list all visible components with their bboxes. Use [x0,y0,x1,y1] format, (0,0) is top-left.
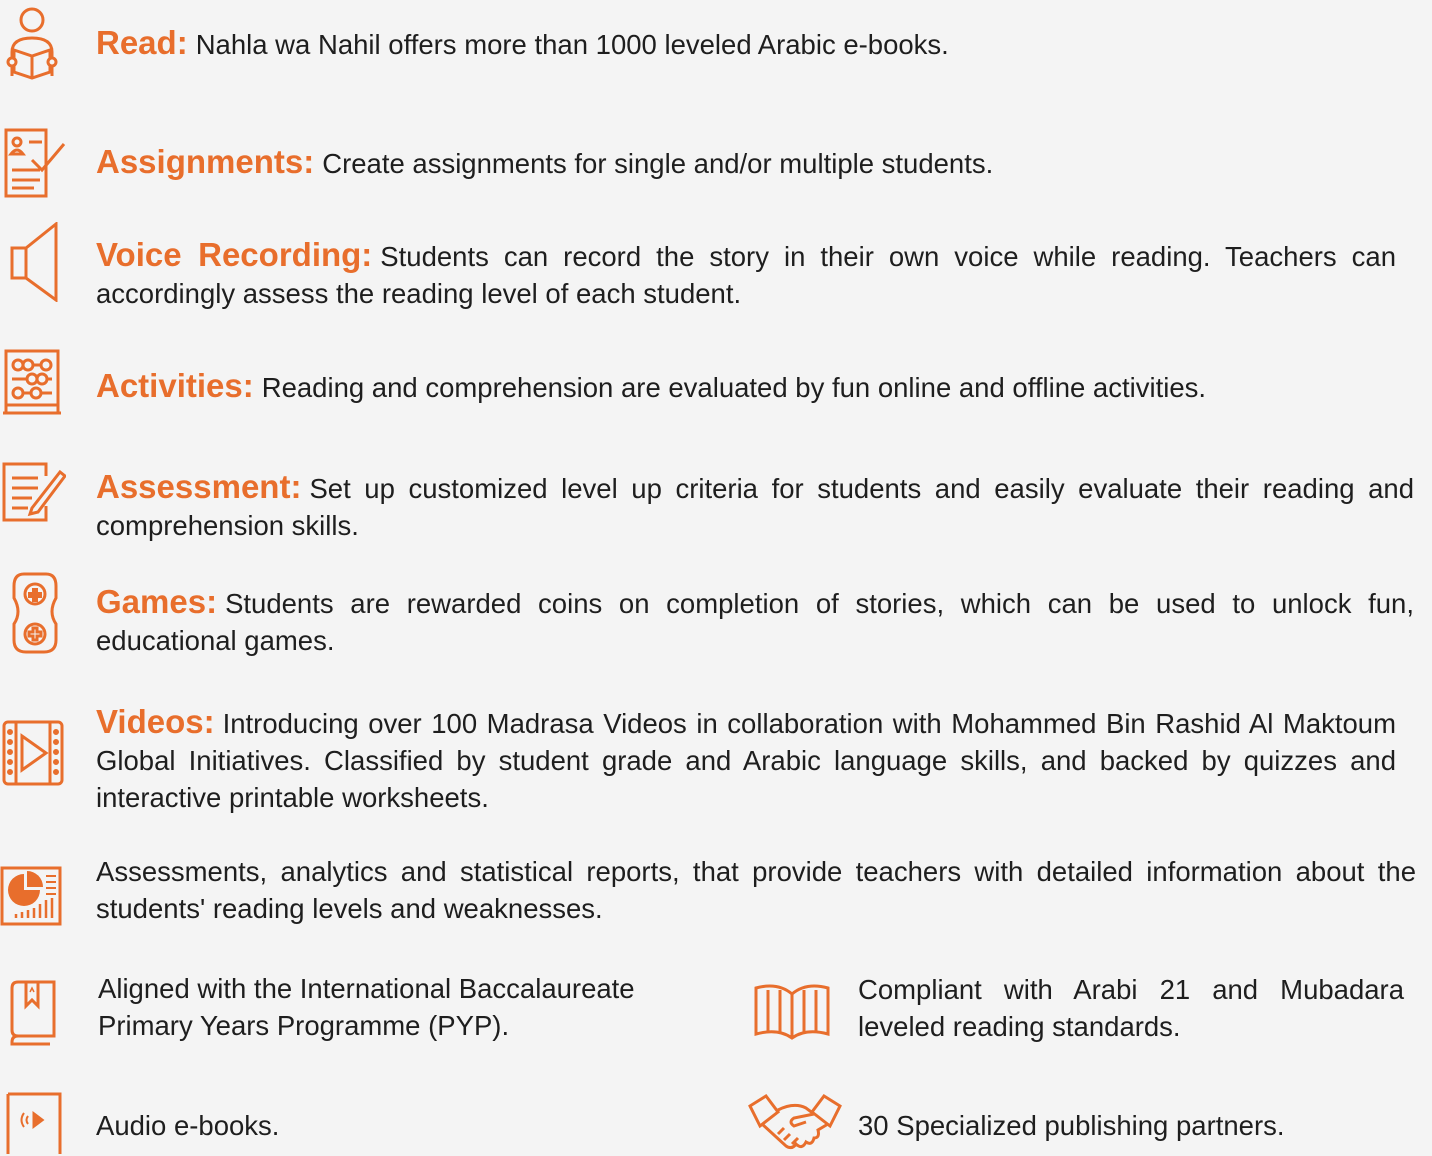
assignment-checklist-icon [4,128,66,200]
feature-title: Videos: [96,703,215,740]
abacus-icon [2,349,62,417]
feature-desc: Assessments, analytics and statistical r… [96,856,1416,924]
feature-voice-recording: Voice Recording: Students can record the … [96,236,1396,312]
feature-videos: Videos: Introducing over 100 Madrasa Vide… [96,703,1396,816]
feature-title: Activities: [96,367,254,404]
feature-title: Voice Recording: [96,236,373,273]
feature-desc: Nahla wa Nahil offers more than 1000 lev… [195,29,949,60]
feature-desc: Students are rewarded coins on completio… [96,588,1414,656]
gamepad-icon [12,572,58,654]
handshake-icon [748,1092,842,1156]
feature-assessment: Assessment: Set up customized level up cr… [96,468,1414,544]
feature-pyp: Aligned with the International Baccalaur… [98,970,698,1044]
feature-desc: Compliant with Arabi 21 and Mubadara lev… [858,974,1404,1042]
feature-title: Read: [96,24,188,61]
feature-games: Games: Students are rewarded coins on com… [96,583,1414,659]
reader-icon [4,6,60,82]
report-chart-icon [0,866,62,926]
feature-title: Games: [96,583,218,620]
feature-desc: Audio e-books. [96,1110,280,1141]
feature-desc: Reading and comprehension are evaluated … [261,372,1207,403]
feature-desc: 30 Specialized publishing partners. [858,1110,1285,1141]
feature-audio: Audio e-books. [96,1107,696,1144]
speaker-icon [10,222,62,302]
open-book-icon [754,982,830,1042]
notes-pencil-icon [2,462,66,524]
video-film-icon [2,720,64,786]
feature-desc: Aligned with the International Baccalaur… [98,973,635,1041]
feature-desc: Introducing over 100 Madrasa Videos in c… [96,708,1396,813]
bookmark-book-icon [10,980,56,1046]
feature-desc: Create assignments for single and/or mul… [322,148,994,179]
feature-title: Assessment: [96,468,302,505]
audio-book-icon [6,1092,62,1154]
feature-partners: 30 Specialized publishing partners. [858,1107,1418,1144]
feature-reports: Assessments, analytics and statistical r… [96,853,1416,927]
feature-assignments: Assignments: Create assignments for singl… [96,143,1416,182]
feature-title: Assignments: [96,143,315,180]
feature-standards: Compliant with Arabi 21 and Mubadara lev… [858,971,1404,1045]
feature-activities: Activities: Reading and comprehension are… [96,367,1416,406]
feature-read: Read: Nahla wa Nahil offers more than 100… [96,24,1416,63]
